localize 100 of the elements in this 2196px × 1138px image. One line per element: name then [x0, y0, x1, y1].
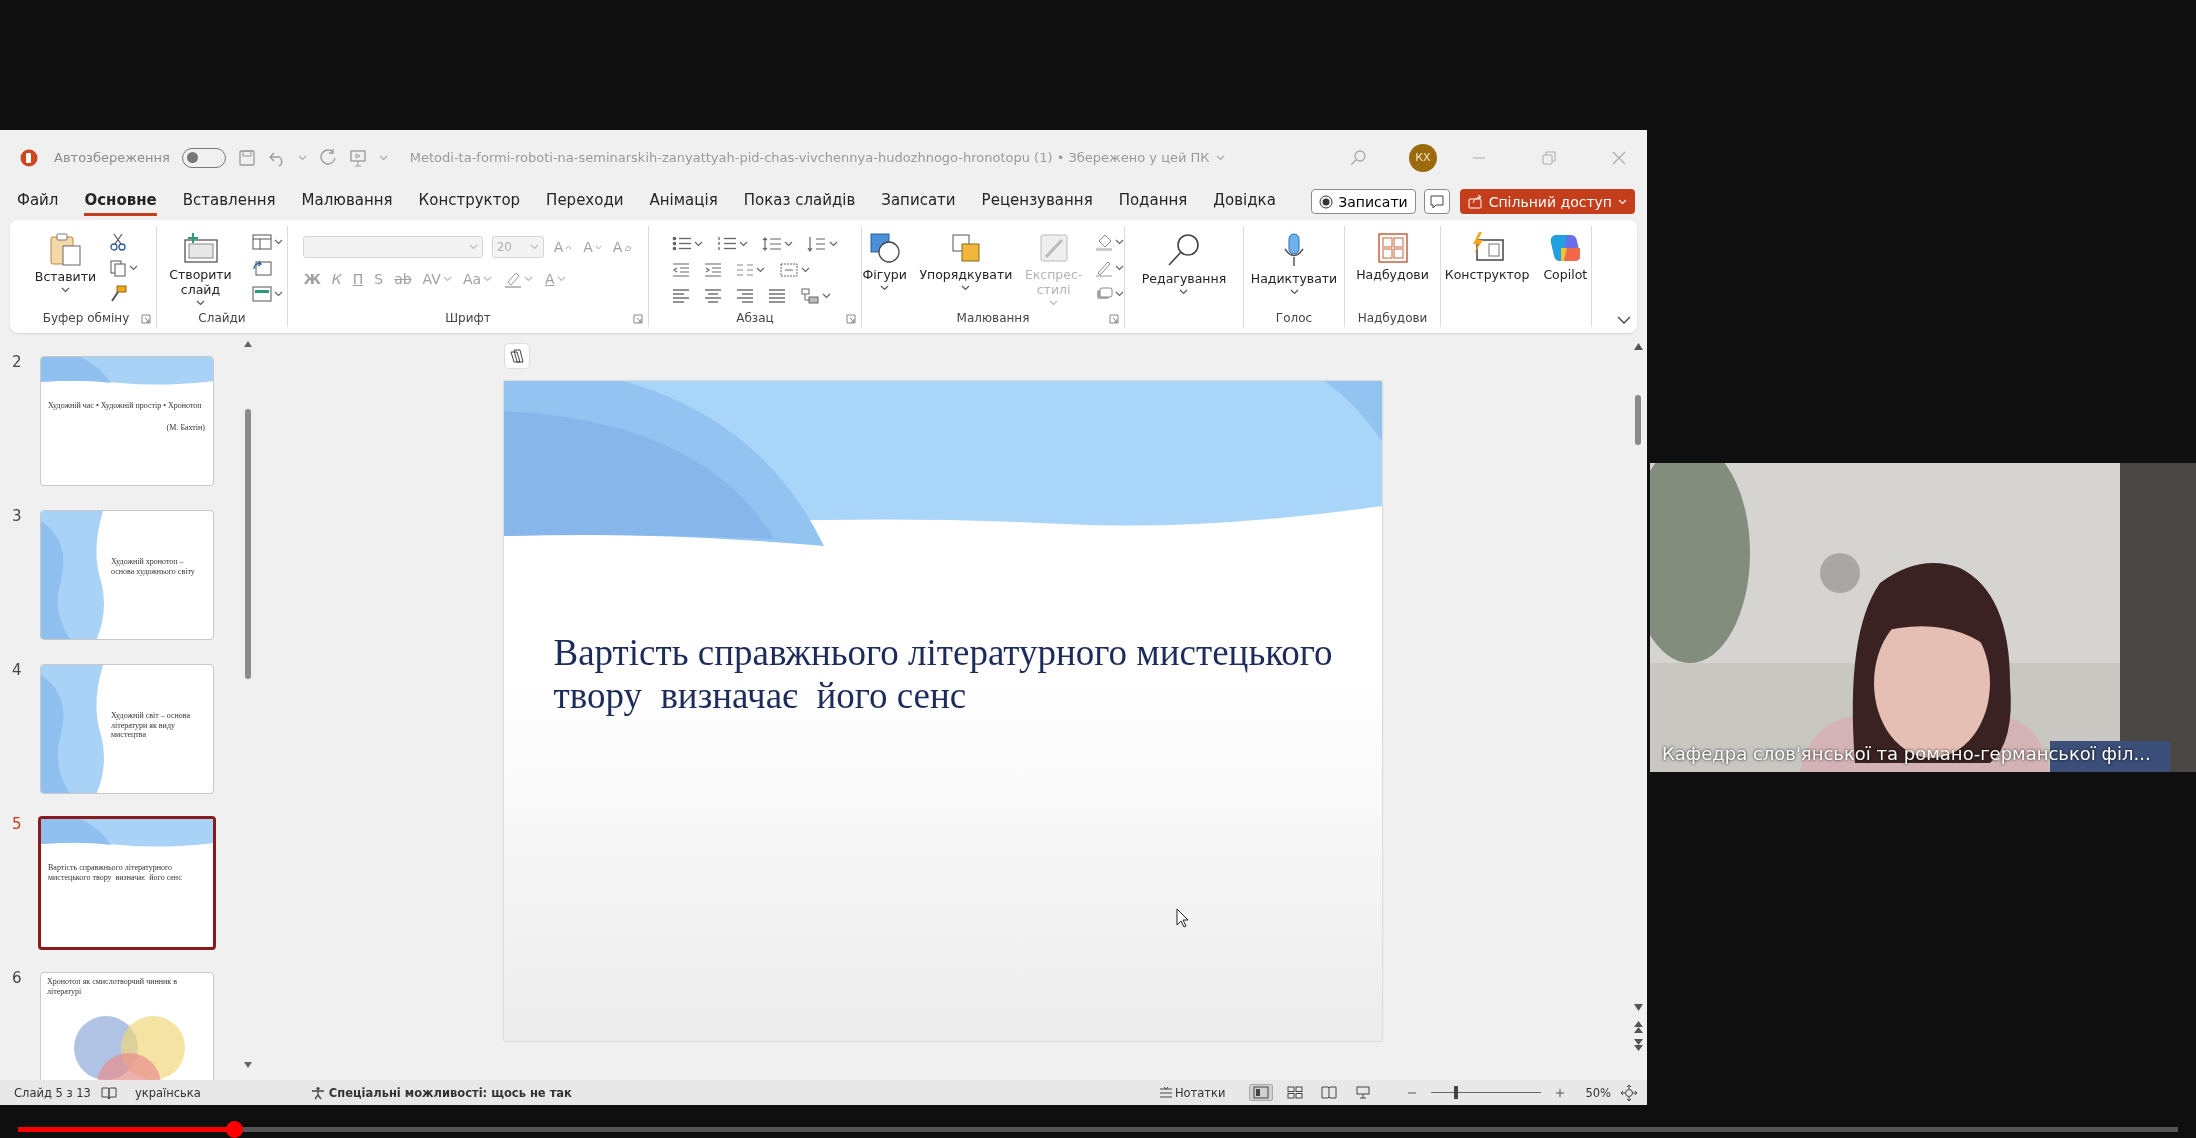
view-button[interactable] — [1249, 1084, 1274, 1101]
caret-icon[interactable] — [880, 285, 890, 291]
caret-icon[interactable] — [196, 300, 205, 306]
slide-thumbnail[interactable]: Вартість справжнього літературного мистецького твору визначає його сенс — [38, 816, 216, 950]
language-label[interactable]: українська — [134, 1085, 201, 1100]
scroll-up-icon[interactable] — [244, 341, 252, 347]
notes-icon[interactable] — [1158, 1086, 1173, 1099]
scrubber-handle[interactable] — [226, 1121, 243, 1138]
save-icon[interactable] — [237, 148, 256, 167]
scroll-up-icon[interactable] — [1634, 343, 1643, 350]
ribbon-tab[interactable]: Вставлення — [182, 187, 276, 216]
presentation-icon[interactable] — [348, 148, 367, 167]
previous-slide-icon[interactable] — [1634, 1021, 1643, 1033]
notes-button[interactable]: Нотатки — [1174, 1085, 1226, 1100]
caret-icon[interactable] — [273, 291, 283, 297]
reset-icon[interactable] — [251, 259, 272, 277]
ribbon-dropdown-button[interactable] — [249, 284, 285, 304]
caret-icon[interactable] — [1289, 289, 1299, 295]
ribbon-button[interactable]: Конструктор — [1441, 230, 1533, 284]
accessibility-icon[interactable] — [310, 1085, 325, 1100]
shapes-icon[interactable] — [868, 232, 901, 264]
slide-thumbnail[interactable]: Художній хронотоп – основа художнього світу — [40, 510, 214, 640]
spelling-icon[interactable] — [100, 1085, 117, 1100]
fit-to-window-icon[interactable] — [1621, 1084, 1637, 1101]
caret-icon[interactable] — [1115, 265, 1125, 271]
font-name-field[interactable] — [302, 236, 483, 258]
caret-icon[interactable] — [1115, 239, 1125, 245]
new-slide-icon[interactable] — [182, 232, 219, 264]
ribbon-tab[interactable]: Показ слайдів — [743, 187, 856, 216]
collapse-ribbon-icon[interactable] — [1617, 316, 1631, 325]
caret-icon[interactable] — [961, 285, 971, 291]
ribbon-dropdown-button[interactable] — [798, 286, 833, 306]
layout-icon[interactable] — [251, 233, 272, 251]
dialog-launcher-icon[interactable] — [1109, 314, 1119, 324]
caret-icon[interactable] — [1179, 289, 1189, 295]
caret-icon[interactable] — [822, 293, 831, 299]
copy-icon[interactable] — [109, 259, 128, 277]
slide-thumbnail[interactable]: Хронотоп як смислотворчий чинник в літературі — [40, 972, 214, 1080]
ribbon-tab[interactable]: Рецензування — [981, 187, 1093, 216]
dialog-launcher-icon[interactable] — [141, 314, 151, 324]
comments-button[interactable] — [1423, 189, 1450, 214]
copilot-button[interactable] — [503, 343, 530, 369]
ribbon-dropdown-button[interactable] — [805, 234, 840, 254]
ribbon-button[interactable]: Надиктувати — [1247, 230, 1341, 297]
ribbon-tab[interactable]: Файл — [17, 187, 59, 216]
ribbon-button[interactable]: Фігури — [859, 230, 910, 293]
caret-icon[interactable] — [829, 241, 838, 247]
ribbon-button[interactable]: Редагування — [1138, 230, 1230, 297]
format-painter-icon[interactable] — [109, 285, 128, 303]
next-slide-icon[interactable] — [1634, 1039, 1643, 1051]
copilot-icon[interactable] — [1549, 232, 1582, 264]
microphone-icon[interactable] — [1282, 232, 1306, 268]
ribbon-tab[interactable]: Малювання — [301, 187, 393, 216]
close-icon[interactable] — [1611, 149, 1627, 166]
arrange-icon[interactable] — [949, 232, 982, 264]
scissors-icon[interactable] — [109, 233, 128, 251]
accessibility-status[interactable]: Спеціальні можливості: щось не так — [328, 1085, 572, 1100]
ribbon-tab[interactable]: Переходи — [546, 187, 624, 216]
caret-icon[interactable] — [694, 241, 703, 247]
fill-icon[interactable] — [1095, 233, 1114, 251]
avatar[interactable]: КХ — [1409, 143, 1437, 172]
zoom-level[interactable]: 50% — [1585, 1085, 1611, 1100]
scroll-down-icon[interactable] — [244, 1062, 252, 1068]
line-spacing-icon[interactable] — [762, 236, 782, 252]
clipboard-icon[interactable] — [48, 232, 83, 266]
zoom-in-icon[interactable] — [1555, 1087, 1566, 1098]
smartart-icon[interactable] — [800, 287, 820, 305]
ribbon-tab[interactable]: Довідка — [1213, 187, 1276, 216]
ribbon-button[interactable]: Упорядкувати — [917, 230, 1014, 293]
section-icon[interactable] — [251, 285, 272, 303]
grid-icon[interactable] — [1376, 232, 1409, 264]
numbered-list-icon[interactable] — [717, 236, 737, 252]
ribbon-tab[interactable]: Конструктор — [418, 187, 521, 216]
caret-icon[interactable] — [129, 265, 139, 271]
caret-icon[interactable] — [273, 239, 283, 245]
search-icon[interactable] — [1166, 232, 1202, 268]
ribbon-tab[interactable]: Основне — [84, 187, 157, 216]
ribbon-tab[interactable]: Анімація — [649, 187, 718, 216]
caret-icon[interactable] — [756, 267, 765, 273]
caret-icon[interactable] — [801, 267, 810, 273]
caret-icon[interactable] — [739, 241, 748, 247]
scrollbar-thumb[interactable] — [245, 409, 251, 679]
ribbon-dropdown-button[interactable] — [249, 232, 285, 252]
scrollbar-thumb[interactable] — [1635, 395, 1641, 445]
outline-icon[interactable] — [1095, 259, 1114, 277]
redo-icon[interactable] — [318, 148, 337, 167]
caret-icon[interactable] — [1115, 291, 1125, 297]
caret-icon[interactable] — [784, 241, 793, 247]
ribbon-button[interactable]: Copilot — [1540, 230, 1591, 284]
ribbon-button[interactable]: Створити слайд — [159, 230, 242, 308]
ribbon-tab[interactable]: Записати — [881, 187, 956, 216]
caret-icon[interactable] — [61, 287, 70, 293]
dialog-launcher-icon[interactable] — [846, 314, 856, 324]
slide-thumbnail[interactable]: Художній час • Художній простір • Хронотоп (М. Бахтін) — [40, 356, 214, 486]
ribbon-button[interactable]: Надбудови — [1353, 230, 1432, 284]
ribbon-button[interactable]: Вставити — [31, 230, 100, 295]
record-button[interactable]: Записати — [1311, 189, 1416, 214]
zoom-slider-thumb[interactable] — [1453, 1086, 1458, 1099]
slide-thumbnail[interactable]: Художній світ – основа літератури як виду мистецтва — [40, 664, 214, 794]
share-button[interactable]: Спільний доступ — [1459, 189, 1635, 214]
